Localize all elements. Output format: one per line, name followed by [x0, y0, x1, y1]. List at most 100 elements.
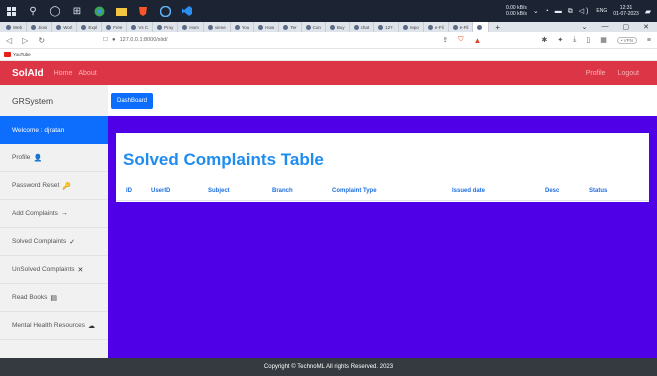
tab-label: 127. — [385, 24, 394, 30]
brave-rewards-icon[interactable]: ▲ — [474, 36, 482, 45]
clock[interactable]: 12:31 01-07-2023 — [613, 5, 639, 17]
chrome-icon[interactable] — [88, 0, 110, 22]
sidebar-item-password-reset[interactable]: Password Reset 🔑 — [0, 172, 108, 200]
maximize-icon[interactable]: ▢ — [623, 23, 630, 31]
chrome-alt-icon[interactable] — [154, 0, 176, 22]
tab-label: Ter — [290, 24, 297, 30]
url-field[interactable]: ☐ ● 127.0.0.1:8000/slid/ — [103, 37, 168, 43]
brave-icon[interactable] — [132, 0, 154, 22]
sidebar-item-add-complaints[interactable]: Add Complaints → — [0, 200, 108, 228]
tab-search-icon[interactable]: ⌄ — [582, 23, 588, 31]
sidebar: GRSystem Welcome : djratan Profile 👤 Pas… — [0, 85, 108, 358]
col-userid: UserID — [151, 188, 171, 194]
tab-label: How — [265, 24, 275, 30]
tab-favicon-icon — [182, 24, 188, 30]
col-issued-date: Issued date — [452, 188, 486, 194]
wallet-icon[interactable]: ▦ — [600, 36, 607, 44]
sidebar-title: GRSystem — [12, 95, 54, 106]
site-info-icon[interactable]: ● — [112, 37, 116, 43]
browser-tab[interactable]: You — [231, 22, 255, 32]
tab-label: Vs C — [138, 24, 149, 30]
cortana-icon[interactable]: ◯ — [44, 0, 66, 22]
col-complaint-type: Complaint Type — [332, 188, 377, 194]
nav-profile-link[interactable]: Profile — [586, 70, 606, 77]
browser-tab[interactable]: Proy — [153, 22, 179, 32]
browser-tab[interactable]: How — [254, 22, 280, 32]
tab-label: Buy — [336, 24, 345, 30]
sidebar-item-profile[interactable]: Profile 👤 — [0, 144, 108, 172]
tab-label: You — [241, 24, 250, 30]
sidebar-item-read-books[interactable]: Read Books ▤ — [0, 284, 108, 312]
footer-text: Copyright © TechnoML All rights Reserved… — [263, 364, 394, 370]
tab-label: viene — [214, 24, 226, 30]
complaints-card: Solved Complaints Table ID UserID Subjec… — [116, 133, 649, 202]
browser-tab[interactable]: Free — [102, 22, 128, 32]
share-icon[interactable]: ⇪ — [442, 36, 448, 44]
task-view-icon[interactable]: ⊞ — [66, 0, 88, 22]
back-icon[interactable]: ◁ — [6, 36, 12, 45]
browser-tab[interactable]: Web — [2, 22, 28, 32]
user-icon: 👤 — [33, 154, 43, 162]
notification-icon[interactable]: ▰ — [645, 7, 651, 16]
file-explorer-icon[interactable] — [110, 0, 132, 22]
language-indicator[interactable]: ENG — [596, 8, 607, 14]
tab-favicon-icon — [106, 24, 112, 30]
tab-favicon-icon — [305, 24, 311, 30]
browser-tab[interactable]: e-Fil — [449, 22, 474, 32]
browser-tab[interactable]: repo — [399, 22, 424, 32]
search-icon[interactable]: ⚲ — [22, 0, 44, 22]
extension-pin-icon[interactable]: ✦ — [557, 36, 563, 44]
col-id: ID — [126, 188, 132, 194]
reload-icon[interactable]: ↻ — [38, 36, 45, 45]
browser-tab[interactable]: Ter — [279, 22, 302, 32]
close-icon[interactable]: ✕ — [643, 23, 649, 31]
windows-start-icon[interactable] — [0, 0, 22, 22]
tab-favicon-icon — [452, 24, 458, 30]
forward-icon[interactable]: ▷ — [22, 36, 28, 45]
sidebar-welcome[interactable]: Welcome : djratan — [0, 116, 108, 144]
new-tab-button[interactable]: + — [489, 23, 506, 32]
browser-tab[interactable]: viene — [204, 22, 231, 32]
browser-tab[interactable]: Expl — [77, 22, 103, 32]
browser-tab[interactable]: chat — [350, 22, 375, 32]
browser-tab[interactable]: Hom — [178, 22, 204, 32]
browser-tab[interactable]: Jiosi — [27, 22, 53, 32]
browser-tab[interactable]: Buy — [326, 22, 350, 32]
tab-favicon-icon — [329, 24, 335, 30]
browser-tab[interactable]: Worl — [52, 22, 78, 32]
browser-tab[interactable]: 127. — [374, 22, 399, 32]
bookmark-youtube[interactable]: YouTube — [4, 52, 31, 57]
sidebar-item-mental-health[interactable]: Mental Health Resources ☁ — [0, 312, 108, 340]
nav-about-link[interactable]: About — [78, 70, 96, 77]
sidebar-item-solved-complaints[interactable]: Solved Complaints ✓ — [0, 228, 108, 256]
brave-shield-icon[interactable]: ⛉ — [458, 36, 463, 44]
brand-logo[interactable]: SolAId — [12, 68, 44, 79]
vscode-icon[interactable] — [176, 0, 198, 22]
col-status: Status — [589, 188, 608, 194]
tab-favicon-icon — [81, 24, 87, 30]
tab-favicon-icon — [31, 24, 37, 30]
bookmark-icon[interactable]: ☐ — [103, 37, 108, 43]
browser-tab[interactable]: Vs C — [127, 22, 154, 32]
arrow-right-icon: → — [60, 210, 68, 217]
book-icon: ▤ — [50, 294, 58, 302]
download-icon[interactable]: ⤓ — [573, 36, 576, 44]
sidebar-icon[interactable]: ▯ — [586, 36, 590, 44]
tab-label: e-Fil — [459, 24, 469, 30]
key-icon: 🔑 — [62, 182, 72, 190]
menu-icon[interactable]: ≡ — [647, 37, 651, 44]
nav-home-link[interactable]: Home — [54, 70, 73, 77]
sidebar-item-unsolved-complaints[interactable]: UnSolved Complaints ✕ — [0, 256, 108, 284]
browser-tab[interactable]: Con — [302, 22, 326, 32]
browser-tab[interactable] — [473, 22, 490, 32]
vpn-button[interactable]: • VPN — [616, 36, 637, 44]
tab-label: Worl — [63, 24, 73, 30]
minimize-icon[interactable]: — — [602, 23, 609, 31]
col-subject: Subject — [208, 188, 230, 194]
extensions-icon[interactable]: ✱ — [541, 36, 547, 44]
browser-tab[interactable]: e-Fil — [424, 22, 449, 32]
dashboard-button[interactable]: DashBoard — [111, 92, 154, 109]
nav-logout-link[interactable]: Logout — [618, 70, 639, 77]
tab-favicon-icon — [477, 24, 483, 30]
tray-icons[interactable]: ⌄ ◔ ▬ ⧉ ◁) — [533, 7, 591, 16]
